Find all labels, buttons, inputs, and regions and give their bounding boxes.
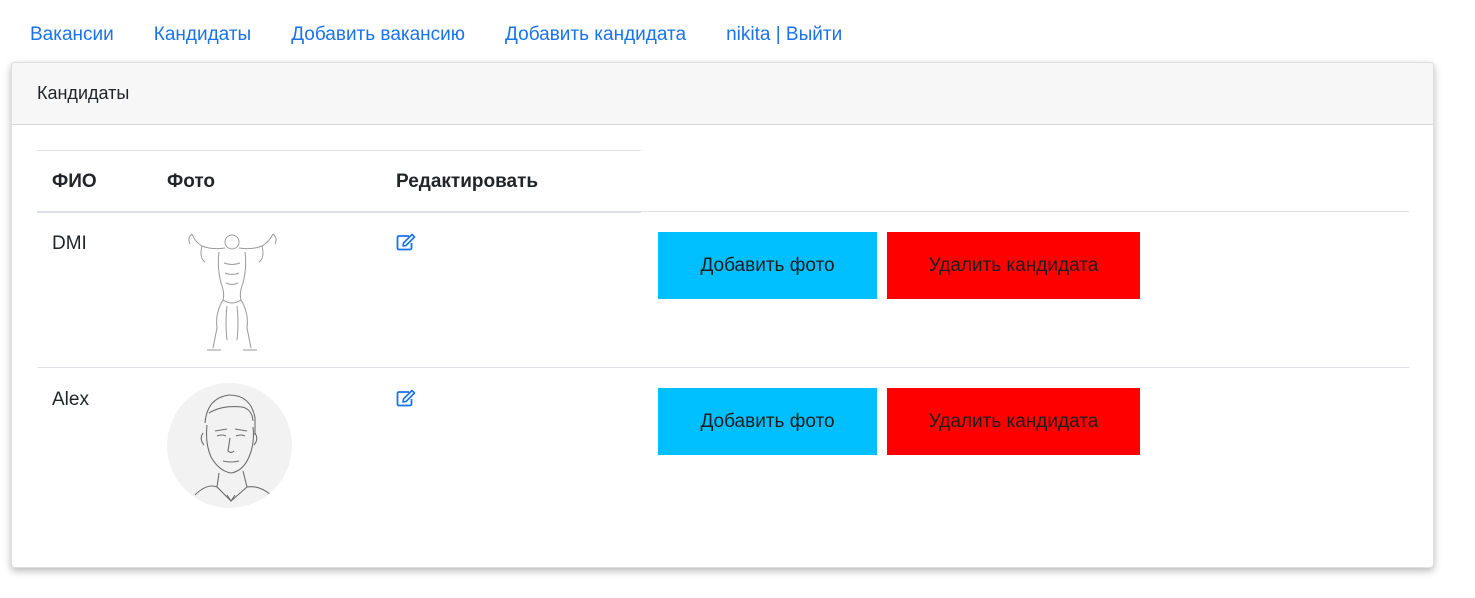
column-header-name: ФИО xyxy=(52,171,97,192)
nav-link-candidates[interactable]: Кандидаты xyxy=(154,24,251,46)
add-photo-button[interactable]: Добавить фото xyxy=(658,232,877,299)
face-sketch-icon xyxy=(194,394,272,502)
table-header-top-border xyxy=(37,150,641,151)
top-navigation: Вакансии Кандидаты Добавить вакансию Доб… xyxy=(30,24,842,46)
card-title: Кандидаты xyxy=(12,63,1433,125)
candidate-photo xyxy=(177,228,287,353)
nav-link-add-vacancy[interactable]: Добавить вакансию xyxy=(291,24,465,46)
nav-link-logout[interactable]: nikita | Выйти xyxy=(726,24,842,46)
row-divider xyxy=(37,211,1409,212)
nav-link-add-candidate[interactable]: Добавить кандидата xyxy=(505,24,686,46)
column-header-edit: Редактировать xyxy=(396,171,539,192)
add-photo-button[interactable]: Добавить фото xyxy=(658,388,877,455)
nav-link-vacancies[interactable]: Вакансии xyxy=(30,24,114,46)
candidates-card: Кандидаты ФИО Фото Редактировать DMI Доб… xyxy=(11,62,1434,568)
candidate-photo xyxy=(167,383,292,508)
candidate-name: DMI xyxy=(52,233,87,254)
row-divider xyxy=(37,367,1409,368)
edit-icon[interactable] xyxy=(396,389,416,407)
candidate-name: Alex xyxy=(52,389,89,410)
bodybuilder-sketch-icon xyxy=(188,233,277,351)
delete-candidate-button[interactable]: Удалить кандидата xyxy=(887,388,1140,455)
delete-candidate-button[interactable]: Удалить кандидата xyxy=(887,232,1140,299)
edit-icon[interactable] xyxy=(396,233,416,251)
column-header-photo: Фото xyxy=(167,171,216,192)
